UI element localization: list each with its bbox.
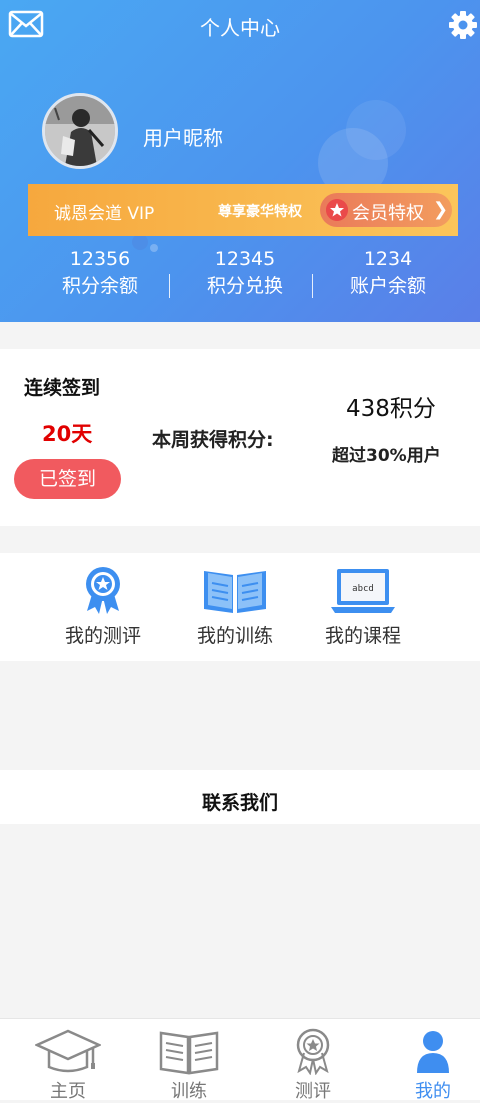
stat-label: 账户余额 [349,275,426,297]
chevron-right-icon: ❯ [433,199,449,220]
stat-value: 1234 [363,248,413,270]
tab-label: 主页 [50,1081,86,1102]
profile-header: 个人中心 用户昵称 诚恩会道 VIP 尊享豪华特权 会员特权 ❯ 12356 积… [0,0,480,322]
account-stats: 12356 积分余额 12345 积分兑换 1234 账户余额 [30,246,460,306]
star-badge-icon [326,199,348,221]
member-privilege-button[interactable]: 会员特权 ❯ [320,193,452,227]
shortcut-label: 我的课程 [324,625,401,647]
stat-label: 积分兑换 [206,275,283,297]
member-privilege-label: 会员特权 [352,203,424,224]
shortcut-grid: 我的测评 我的训练 abcd 我的课程 [0,553,480,661]
top-bar: 个人中心 [0,0,480,52]
tab-home[interactable]: 主页 [18,1027,118,1103]
continuous-checkin-label: 连续签到 [24,377,101,399]
divider [312,274,313,298]
stat-value: 12356 [69,248,131,270]
tab-label: 训练 [171,1081,207,1102]
contact-us-row[interactable]: 联系我们 [0,770,480,824]
shortcut-label: 我的训练 [196,625,273,647]
laptop-screen-text: abcd [352,584,374,594]
user-icon [417,1031,449,1073]
vip-title: 诚恩会道 VIP [54,204,155,224]
stat-label: 积分余额 [61,275,138,297]
shortcut-my-courses[interactable]: abcd 我的课程 [308,565,418,648]
avatar[interactable] [42,93,118,169]
decor-bubble [346,100,406,160]
beat-users-text: 超过30%用户 [332,446,441,466]
book-icon [159,1031,219,1075]
stat-value: 12345 [214,248,276,270]
signed-in-button[interactable]: 已签到 [14,459,121,499]
vip-privilege-text: 尊享豪华特权 [218,204,302,220]
shortcut-my-assessment[interactable]: 我的测评 [48,565,158,648]
stat-points-balance[interactable]: 12356 积分余额 [30,246,170,300]
checkin-days: 20天 [42,422,93,446]
weekly-points-value: 438积分 [346,396,436,422]
tab-training[interactable]: 训练 [139,1027,239,1103]
stat-points-exchange[interactable]: 12345 积分兑换 [175,246,315,300]
laptop-abcd-icon: abcd [331,569,395,613]
shortcut-label: 我的测评 [64,625,141,647]
award-icon [296,1028,330,1075]
checkin-card: 连续签到 20天 已签到 本周获得积分: 438积分 超过30%用户 [0,349,480,526]
open-book-icon [204,571,266,613]
tab-label: 我的 [415,1081,451,1102]
shortcut-my-training[interactable]: 我的训练 [180,565,290,648]
graduation-cap-icon [35,1029,101,1073]
tab-label: 测评 [295,1081,331,1102]
tab-assessment[interactable]: 测评 [263,1027,363,1103]
vip-banner[interactable]: 诚恩会道 VIP 尊享豪华特权 会员特权 ❯ [28,184,458,236]
avatar-image [45,96,115,166]
contact-us-label: 联系我们 [201,792,278,814]
user-nickname[interactable]: 用户昵称 [143,122,223,151]
ribbon-award-icon [86,567,120,614]
divider [169,274,170,298]
stat-account-balance[interactable]: 1234 账户余额 [318,246,458,300]
tab-mine[interactable]: 我的 [383,1027,480,1103]
bottom-tab-bar: 主页 训练 测评 我的 [0,1018,480,1103]
weekly-points-label: 本周获得积分: [152,429,274,451]
page-title: 个人中心 [200,16,280,40]
gear-icon[interactable] [448,10,478,40]
